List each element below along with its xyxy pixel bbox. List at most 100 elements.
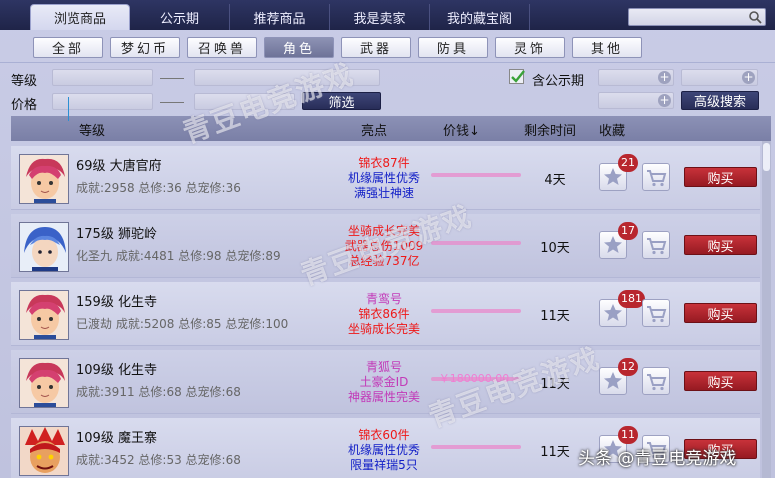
table-row[interactable]: 69级 大唐官府 成就:2958 总修:36 总宠修:36 锦衣87件 机缘属性优… — [11, 146, 760, 210]
category-armor[interactable]: 防具 — [418, 37, 488, 58]
header-level[interactable]: 等级 — [79, 120, 105, 139]
category-coins[interactable]: 梦幻币 — [110, 37, 180, 58]
category-pets[interactable]: 召唤兽 — [187, 37, 257, 58]
price-blur — [431, 173, 521, 177]
tab-public[interactable]: 公示期 — [130, 4, 230, 30]
table-row[interactable]: 109级 化生寺 成就:3911 总修:68 总宠修:68 青狐号 土豪金ID 神器… — [11, 350, 760, 414]
cart-button[interactable] — [642, 299, 670, 327]
role-stats: 成就:3452 总修:53 总宠修:68 — [76, 453, 241, 467]
favorite-count-badge: 11 — [618, 426, 638, 444]
top-nav: 浏览商品 公示期 推荐商品 我是卖家 我的藏宝阁 — [0, 0, 775, 30]
text-cursor — [68, 97, 69, 121]
avatar[interactable] — [19, 358, 69, 408]
price-max-input[interactable] — [194, 93, 295, 110]
highlight-text: 机缘属性优秀 — [347, 443, 420, 457]
cart-button[interactable] — [642, 367, 670, 395]
highlights: 青狐号 土豪金ID 神器属性完美 — [329, 360, 439, 405]
cart-icon — [647, 238, 667, 255]
avatar[interactable] — [19, 290, 69, 340]
table-row[interactable]: 175级 狮驼岭 化圣九 成就:4481 总修:98 总宠修:89 坐骑成长完美… — [11, 214, 760, 278]
tab-browse[interactable]: 浏览商品 — [30, 4, 130, 30]
avatar[interactable] — [19, 154, 69, 204]
table-row[interactable]: 109级 魔王寨 成就:3452 总修:53 总宠修:68 锦衣60件 机缘属性优… — [11, 418, 760, 478]
highlight-text: 青鸾号 — [365, 292, 402, 306]
role-name[interactable]: 69级 大唐官府 — [76, 155, 162, 174]
header-time[interactable]: 剩余时间 — [524, 120, 576, 139]
role-stats: 化圣九 成就:4481 总修:98 总宠修:89 — [76, 249, 281, 263]
avatar[interactable] — [19, 426, 69, 476]
option-select-2[interactable]: + — [681, 69, 758, 86]
filter-button[interactable]: 筛选 — [302, 92, 381, 111]
advanced-search-button[interactable]: 高级搜索 — [681, 91, 759, 110]
favorite-count-badge: 17 — [618, 222, 638, 240]
highlight-text: 总经验737亿 — [348, 254, 420, 268]
table-row[interactable]: 159级 化生寺 已渡劫 成就:5208 总修:85 总宠修:100 青鸾号 锦衣… — [11, 282, 760, 346]
highlight-text: 武器总伤1009 — [344, 239, 424, 253]
plus-icon[interactable]: + — [658, 94, 671, 107]
highlights: 锦衣87件 机缘属性优秀 满强壮神速 — [329, 156, 439, 201]
level-min-input[interactable] — [52, 69, 153, 86]
highlight-text: 限量祥瑞5只 — [350, 458, 418, 472]
highlight-text: 锦衣87件 — [358, 156, 410, 170]
role-stats: 已渡劫 成就:5208 总修:85 总宠修:100 — [76, 317, 289, 331]
highlight-text: 坐骑成长完美 — [347, 224, 420, 238]
buy-button[interactable]: 购买 — [684, 235, 757, 255]
plus-icon[interactable]: + — [658, 71, 671, 84]
search-icon[interactable] — [748, 10, 762, 24]
favorite-count-badge: 12 — [618, 358, 638, 376]
cart-icon — [647, 170, 667, 187]
buy-button[interactable]: 购买 — [684, 167, 757, 187]
buy-button[interactable]: 购买 — [684, 439, 757, 459]
divider — [0, 62, 775, 63]
category-weapons[interactable]: 武器 — [341, 37, 411, 58]
tab-recommended[interactable]: 推荐商品 — [230, 4, 330, 30]
role-name[interactable]: 159级 化生寺 — [76, 291, 157, 310]
public-checkbox[interactable] — [509, 69, 525, 84]
tab-seller[interactable]: 我是卖家 — [330, 4, 430, 30]
plus-icon[interactable]: + — [742, 71, 755, 84]
remaining-time: 11天 — [540, 377, 570, 392]
header-fav: 收藏 — [599, 124, 626, 139]
option-select-3[interactable]: + — [598, 92, 674, 109]
category-accessories[interactable]: 灵饰 — [495, 37, 565, 58]
cart-button[interactable] — [642, 163, 670, 191]
highlights: 坐骑成长完美 武器总伤1009 总经验737亿 — [329, 224, 439, 269]
role-name[interactable]: 109级 魔王寨 — [76, 427, 157, 446]
role-name[interactable]: 109级 化生寺 — [76, 359, 157, 378]
header-highlight: 亮点 — [361, 124, 388, 139]
level-label: 等级 — [11, 74, 38, 89]
buy-button[interactable]: 购买 — [684, 303, 757, 323]
check-icon — [511, 70, 525, 83]
header-price[interactable]: 价钱↓ — [443, 120, 480, 139]
role-name[interactable]: 175级 狮驼岭 — [76, 223, 157, 242]
category-roles[interactable]: 角色 — [264, 37, 334, 58]
price-dash — [160, 102, 184, 103]
search-input[interactable] — [629, 9, 747, 25]
highlight-text: 土豪金ID — [359, 375, 409, 389]
cart-icon — [647, 306, 667, 323]
highlight-text: 锦衣60件 — [358, 428, 410, 442]
favorite-count-badge: 181 — [618, 290, 645, 308]
buy-button[interactable]: 购买 — [684, 371, 757, 391]
table-header: 等级 亮点 价钱↓ 剩余时间 收藏 — [11, 116, 771, 141]
cart-button[interactable] — [642, 435, 670, 463]
price-blur — [431, 309, 521, 313]
level-dash — [160, 78, 184, 79]
level-max-input[interactable] — [194, 69, 380, 86]
favorite-count-badge: 21 — [618, 154, 638, 172]
role-stats: 成就:3911 总修:68 总宠修:68 — [76, 385, 241, 399]
avatar[interactable] — [19, 222, 69, 272]
option-select-1[interactable]: + — [598, 69, 674, 86]
tab-my-treasure[interactable]: 我的藏宝阁 — [430, 4, 530, 30]
highlight-text: 锦衣86件 — [358, 307, 410, 321]
category-other[interactable]: 其他 — [572, 37, 642, 58]
highlight-text: 满强壮神速 — [353, 186, 414, 200]
category-all[interactable]: 全部 — [33, 37, 103, 58]
role-stats: 成就:2958 总修:36 总宠修:36 — [76, 181, 241, 195]
price-label: 价格 — [11, 98, 38, 113]
scrollbar[interactable] — [762, 141, 771, 478]
scrollbar-thumb[interactable] — [763, 143, 770, 171]
highlight-text: 机缘属性优秀 — [347, 171, 420, 185]
cart-button[interactable] — [642, 231, 670, 259]
cart-icon — [647, 442, 667, 459]
